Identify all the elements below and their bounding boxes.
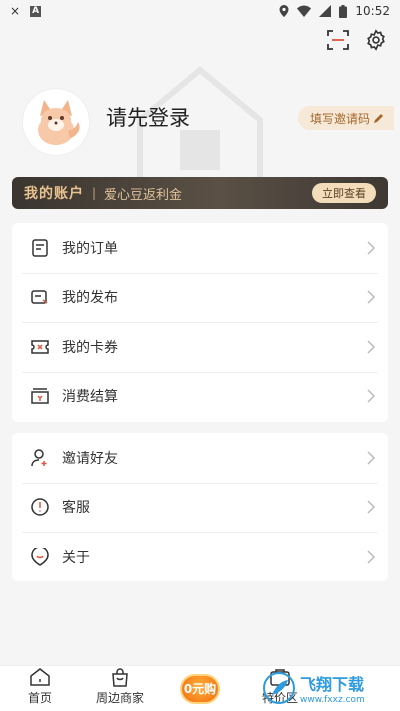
- view-now-button[interactable]: 立即查看: [312, 183, 376, 203]
- account-separator: |: [92, 186, 97, 200]
- zero-purchase-badge: 0元购: [180, 673, 220, 704]
- settlement-icon: [30, 386, 50, 406]
- menu-item-invite-friends[interactable]: 邀请好友: [12, 433, 388, 483]
- login-prompt[interactable]: 请先登录: [106, 102, 190, 132]
- status-bar: × A 10:52: [0, 0, 400, 22]
- menu-item-about[interactable]: 关于: [12, 532, 388, 582]
- menu-item-label: 我的订单: [62, 240, 118, 257]
- menu-item-my-orders[interactable]: 我的订单: [12, 223, 388, 273]
- menu-item-settlement[interactable]: 消费结算: [12, 371, 388, 422]
- battery-icon: [339, 4, 348, 18]
- location-icon: [279, 5, 289, 17]
- menu-card-orders: 我的订单 我的发布 我的卡券 消费结算: [12, 223, 388, 422]
- menu-item-label: 关于: [62, 549, 90, 566]
- coupon-icon: [30, 337, 50, 357]
- pencil-icon: [374, 113, 383, 123]
- chevron-right-icon: [367, 290, 376, 304]
- menu-item-my-coupons[interactable]: 我的卡券: [12, 322, 388, 372]
- menu-item-label: 客服: [62, 500, 90, 517]
- signal-icon: [319, 5, 332, 17]
- menu-item-label: 我的卡券: [62, 339, 118, 356]
- site-watermark: 飞翔下载 www.fxxz.com: [262, 667, 392, 709]
- invite-friend-icon: [30, 448, 50, 468]
- tab-label: 首页: [27, 691, 52, 705]
- menu-item-label: 我的发布: [62, 290, 118, 307]
- wifi-icon: [297, 5, 312, 17]
- account-subtitle: 爱心豆返利金: [104, 187, 183, 203]
- tab-home[interactable]: 首页: [0, 666, 80, 711]
- menu-item-customer-service[interactable]: 客服: [12, 482, 388, 533]
- app-notification-icon: A: [30, 5, 42, 17]
- about-icon: [30, 547, 50, 567]
- menu-item-label: 消费结算: [62, 389, 118, 406]
- chevron-right-icon: [367, 550, 376, 564]
- invite-code-label: 填写邀请码: [309, 111, 370, 126]
- publish-icon: [30, 287, 50, 307]
- account-title: 我的账户: [24, 186, 84, 202]
- notification-close-icon: ×: [10, 4, 21, 18]
- chevron-right-icon: [367, 241, 376, 255]
- feather-logo-icon: [263, 672, 295, 704]
- clock: 10:52: [355, 4, 390, 18]
- invite-code-button[interactable]: 填写邀请码: [297, 106, 394, 130]
- fox-mascot-icon: [38, 100, 80, 145]
- scan-icon[interactable]: [326, 28, 350, 52]
- chevron-right-icon: [367, 500, 376, 514]
- menu-card-service: 邀请好友 客服 关于: [12, 433, 388, 581]
- chevron-right-icon: [367, 389, 376, 403]
- avatar[interactable]: [22, 88, 90, 156]
- watermark-url: www.fxxz.com: [300, 695, 365, 705]
- tab-label: 周边商家: [95, 691, 144, 705]
- settings-gear-icon[interactable]: [364, 28, 388, 52]
- tab-nearby-merchants[interactable]: 周边商家: [80, 666, 160, 711]
- profile-section: 请先登录 填写邀请码: [22, 88, 394, 158]
- watermark-brand: 飞翔下载: [300, 675, 365, 694]
- chevron-right-icon: [367, 451, 376, 465]
- customer-service-icon: [30, 497, 50, 517]
- chevron-right-icon: [367, 340, 376, 354]
- tab-zero-purchase[interactable]: 0元购: [160, 666, 240, 711]
- order-icon: [30, 238, 50, 258]
- shopping-bag-icon: [109, 667, 131, 687]
- my-account-banner[interactable]: 我的账户 | 爱心豆返利金 立即查看: [12, 177, 388, 209]
- menu-item-my-publish[interactable]: 我的发布: [12, 272, 388, 323]
- home-icon: [29, 667, 51, 687]
- menu-item-label: 邀请好友: [62, 450, 118, 467]
